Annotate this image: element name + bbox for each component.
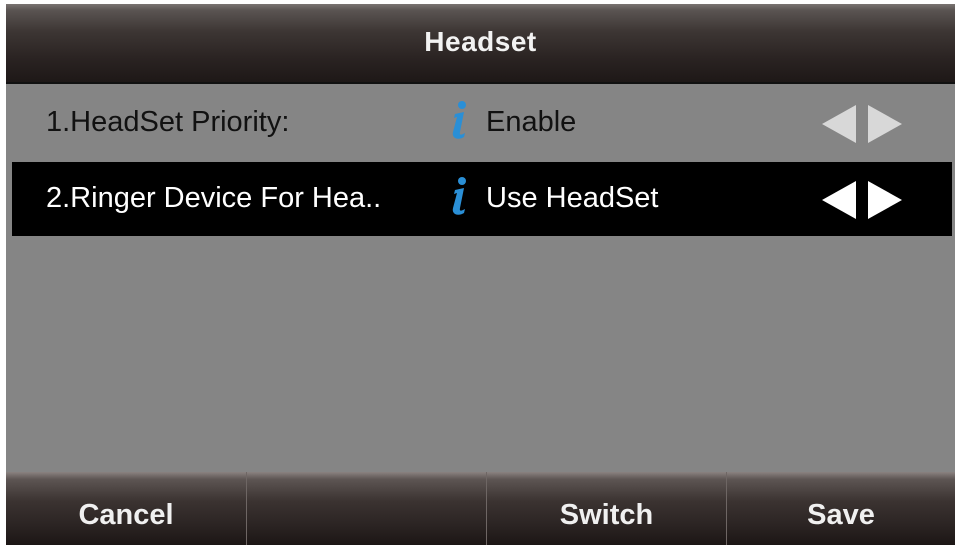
softkey-bar: Cancel Switch Save	[6, 472, 955, 545]
title-bar: Headset	[6, 4, 955, 84]
setting-label: 1.HeadSet Priority:	[46, 106, 290, 138]
save-button[interactable]: Save	[727, 472, 955, 545]
setting-label: 2.Ringer Device For Hea..	[46, 182, 382, 214]
setting-row-ringer-device[interactable]: 2.Ringer Device For Hea.. Use HeadSet	[12, 162, 952, 236]
value-switcher[interactable]	[816, 179, 908, 221]
right-arrow-icon	[868, 105, 902, 143]
setting-value: Enable	[486, 106, 577, 138]
page-title: Headset	[424, 26, 537, 57]
left-arrow-icon	[822, 181, 856, 219]
empty-softkey[interactable]	[247, 472, 487, 545]
info-icon[interactable]	[450, 100, 472, 140]
cancel-button[interactable]: Cancel	[6, 472, 247, 545]
softkey-label: Switch	[559, 499, 654, 531]
softkey-label: Save	[807, 499, 875, 531]
setting-value: Use HeadSet	[486, 182, 659, 214]
softkey-label: Cancel	[78, 499, 174, 531]
right-arrow-icon	[868, 181, 902, 219]
phone-screen: Headset 1.HeadSet Priority: Enable 2.Rin…	[6, 4, 955, 545]
info-icon[interactable]	[450, 176, 472, 216]
left-arrow-icon	[822, 105, 856, 143]
value-switcher[interactable]	[816, 103, 908, 145]
switch-button[interactable]: Switch	[487, 472, 727, 545]
setting-row-headset-priority[interactable]: 1.HeadSet Priority: Enable	[12, 86, 952, 160]
